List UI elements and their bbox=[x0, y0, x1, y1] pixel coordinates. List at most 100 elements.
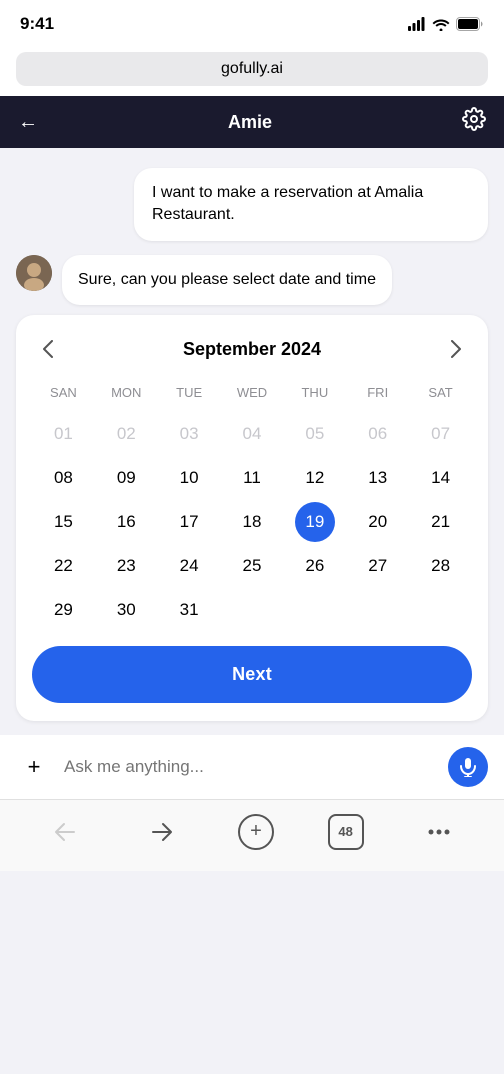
chat-area: I want to make a reservation at Amalia R… bbox=[0, 148, 504, 315]
tabs-button[interactable]: 48 bbox=[328, 814, 364, 850]
calendar-day[interactable]: 10 bbox=[176, 458, 203, 498]
day-cell-wrapper: 18 bbox=[221, 500, 284, 544]
weekday-sun: SAN bbox=[32, 381, 95, 404]
calendar-day[interactable]: 09 bbox=[113, 458, 140, 498]
calendar-month-title: September 2024 bbox=[183, 339, 321, 360]
calendar-day[interactable]: 21 bbox=[427, 502, 454, 542]
next-button[interactable]: Next bbox=[32, 646, 472, 703]
url-bar[interactable]: gofully.ai bbox=[16, 52, 488, 86]
day-cell-wrapper: 26 bbox=[283, 544, 346, 588]
day-cell-wrapper: 02 bbox=[95, 412, 158, 456]
day-cell-wrapper bbox=[346, 588, 409, 632]
calendar-grid: SAN MON TUE WED THU FRI SAT 01 02 03 04 05 06… bbox=[32, 381, 472, 632]
day-cell-wrapper: 28 bbox=[409, 544, 472, 588]
day-cell-wrapper: 06 bbox=[346, 412, 409, 456]
nav-title: Amie bbox=[228, 112, 272, 133]
day-cell-wrapper: 12 bbox=[283, 456, 346, 500]
weekday-sat: SAT bbox=[409, 381, 472, 404]
calendar-day[interactable]: 22 bbox=[50, 546, 77, 586]
status-bar: 9:41 bbox=[0, 0, 504, 44]
avatar-image bbox=[16, 255, 52, 291]
wifi-icon bbox=[432, 17, 450, 31]
day-cell-wrapper: 30 bbox=[95, 588, 158, 632]
weekday-thu: THU bbox=[283, 381, 346, 404]
back-button[interactable]: ← bbox=[18, 111, 38, 134]
day-cell-wrapper: 31 bbox=[158, 588, 221, 632]
calendar-weekdays: SAN MON TUE WED THU FRI SAT bbox=[32, 381, 472, 404]
signal-icon bbox=[408, 17, 426, 31]
calendar-day[interactable]: 02 bbox=[113, 414, 140, 454]
nav-bar: ← Amie bbox=[0, 96, 504, 148]
browser-nav: + 48 bbox=[0, 799, 504, 871]
browser-back-button[interactable] bbox=[43, 810, 87, 854]
calendar-day[interactable]: 06 bbox=[364, 414, 391, 454]
calendar-day[interactable]: 13 bbox=[364, 458, 391, 498]
bot-message: Sure, can you please select date and tim… bbox=[62, 255, 392, 305]
calendar-day[interactable]: 05 bbox=[301, 414, 328, 454]
prev-month-button[interactable] bbox=[32, 333, 64, 365]
calendar-day[interactable]: 27 bbox=[364, 546, 391, 586]
calendar-day[interactable]: 28 bbox=[427, 546, 454, 586]
calendar-day[interactable]: 24 bbox=[176, 546, 203, 586]
add-button[interactable]: + bbox=[16, 749, 52, 785]
user-message: I want to make a reservation at Amalia R… bbox=[134, 168, 488, 241]
day-cell-wrapper: 11 bbox=[221, 456, 284, 500]
calendar-day[interactable]: 18 bbox=[239, 502, 266, 542]
day-cell-wrapper: 21 bbox=[409, 500, 472, 544]
tabs-count: 48 bbox=[338, 824, 352, 839]
calendar-day[interactable]: 11 bbox=[239, 458, 265, 498]
day-cell-wrapper: 20 bbox=[346, 500, 409, 544]
day-cell-wrapper: 19 bbox=[283, 500, 346, 544]
calendar-day[interactable]: 20 bbox=[364, 502, 391, 542]
weekday-tue: TUE bbox=[158, 381, 221, 404]
calendar-day[interactable]: 16 bbox=[113, 502, 140, 542]
more-button[interactable] bbox=[417, 810, 461, 854]
battery-icon bbox=[456, 17, 484, 31]
day-cell-wrapper: 01 bbox=[32, 412, 95, 456]
day-cell-wrapper: 25 bbox=[221, 544, 284, 588]
day-cell-wrapper: 07 bbox=[409, 412, 472, 456]
day-cell-wrapper: 10 bbox=[158, 456, 221, 500]
calendar-days: 01 02 03 04 05 06 07 08 09 10 11 12 13 14 15 16 17 18 19 20… bbox=[32, 412, 472, 632]
calendar-day[interactable]: 15 bbox=[50, 502, 77, 542]
calendar-day[interactable]: 25 bbox=[239, 546, 266, 586]
voice-button[interactable] bbox=[448, 747, 488, 787]
bottom-input-area: + bbox=[0, 735, 504, 799]
weekday-mon: MON bbox=[95, 381, 158, 404]
day-cell-wrapper: 17 bbox=[158, 500, 221, 544]
calendar-day[interactable]: 30 bbox=[113, 590, 140, 630]
calendar-day[interactable]: 26 bbox=[301, 546, 328, 586]
new-tab-button[interactable]: + bbox=[238, 814, 274, 850]
calendar-day[interactable]: 07 bbox=[427, 414, 454, 454]
day-cell-wrapper: 23 bbox=[95, 544, 158, 588]
settings-button[interactable] bbox=[462, 107, 486, 137]
day-cell-wrapper: 05 bbox=[283, 412, 346, 456]
calendar-card: September 2024 SAN MON TUE WED THU FRI S… bbox=[16, 315, 488, 721]
day-cell-wrapper: 04 bbox=[221, 412, 284, 456]
browser-forward-button[interactable] bbox=[140, 810, 184, 854]
calendar-day[interactable]: 17 bbox=[176, 502, 203, 542]
calendar-day[interactable]: 31 bbox=[176, 590, 203, 630]
status-icons bbox=[408, 17, 484, 31]
day-cell-wrapper: 27 bbox=[346, 544, 409, 588]
calendar-day[interactable]: 03 bbox=[176, 414, 203, 454]
calendar-day[interactable]: 12 bbox=[301, 458, 328, 498]
calendar-day[interactable]: 04 bbox=[239, 414, 266, 454]
url-bar-container: gofully.ai bbox=[0, 44, 504, 96]
weekday-fri: FRI bbox=[346, 381, 409, 404]
calendar-day[interactable]: 08 bbox=[50, 458, 77, 498]
calendar-day[interactable]: 29 bbox=[50, 590, 77, 630]
calendar-day[interactable]: 01 bbox=[50, 414, 77, 454]
next-month-button[interactable] bbox=[440, 333, 472, 365]
day-cell-wrapper: 08 bbox=[32, 456, 95, 500]
calendar-day[interactable]: 14 bbox=[427, 458, 454, 498]
day-cell-wrapper: 03 bbox=[158, 412, 221, 456]
day-cell-wrapper: 15 bbox=[32, 500, 95, 544]
calendar-day[interactable]: 23 bbox=[113, 546, 140, 586]
weekday-wed: WED bbox=[221, 381, 284, 404]
chat-input[interactable] bbox=[64, 757, 436, 777]
settings-icon bbox=[462, 107, 486, 131]
day-cell-wrapper: 14 bbox=[409, 456, 472, 500]
calendar-day[interactable]: 19 bbox=[295, 502, 335, 542]
day-cell-wrapper: 16 bbox=[95, 500, 158, 544]
